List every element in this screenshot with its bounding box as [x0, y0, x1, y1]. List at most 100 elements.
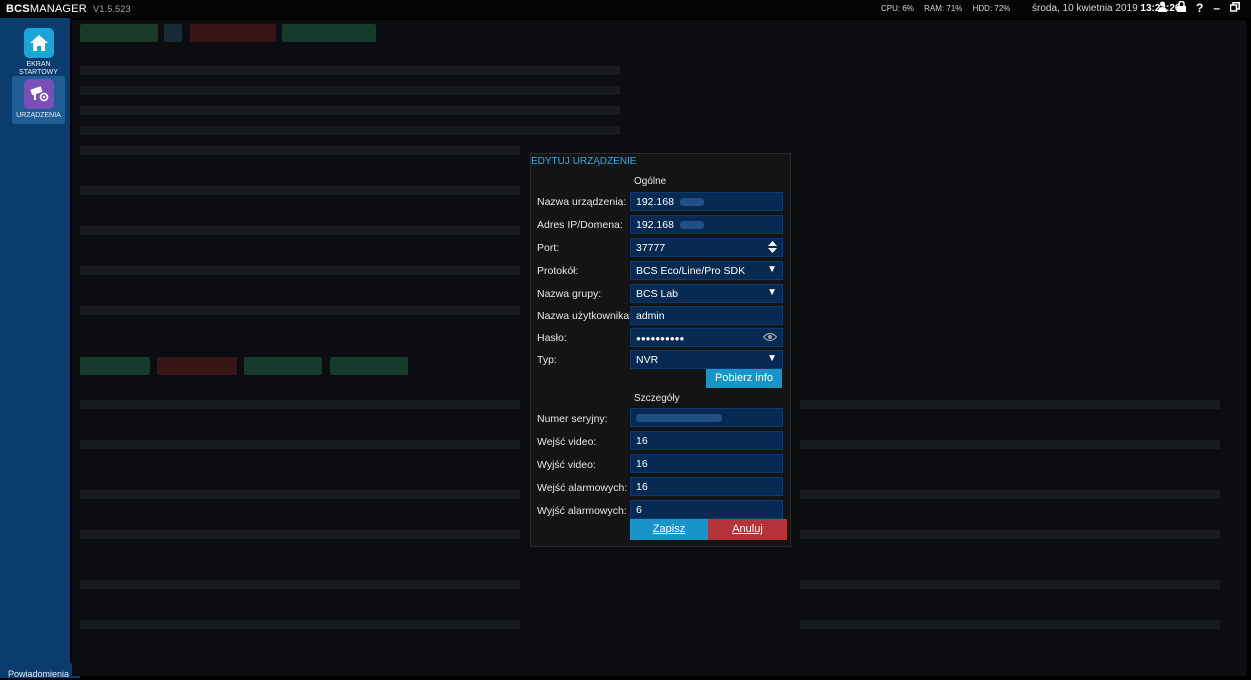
logo-brand: BCS — [6, 3, 30, 15]
alarm-inputs-input[interactable]: 16 — [630, 477, 783, 496]
sidebar-item-label: URZĄDZENIA — [16, 112, 61, 119]
backdrop-row — [800, 440, 1220, 449]
redacted-blur — [679, 198, 704, 207]
backdrop-row — [800, 400, 1220, 409]
devices-icon — [23, 79, 54, 109]
cpu-usage: CPU: 6% — [881, 4, 914, 13]
dialog-title: EDYTUJ URZĄDZENIE — [531, 156, 637, 167]
alarm-outputs-value: 6 — [636, 504, 642, 516]
password-label: Hasło: — [537, 332, 567, 344]
backdrop-row — [80, 580, 520, 589]
backdrop-row — [80, 226, 520, 235]
backdrop-row — [80, 266, 520, 275]
backdrop-row — [80, 66, 620, 75]
backdrop-button — [80, 24, 158, 42]
serial-number-input[interactable] — [630, 408, 783, 427]
alarm-outputs-label: Wyjść alarmowych: — [537, 505, 627, 517]
video-inputs-input[interactable]: 16 — [630, 431, 783, 450]
port-value: 37777 — [636, 242, 666, 254]
sidebar: EKRAN STARTOWY URZĄDZENIA — [0, 18, 70, 663]
backdrop-row — [80, 490, 520, 499]
group-name-select[interactable]: BCS Lab ▼ — [630, 284, 783, 303]
backdrop-button — [282, 24, 376, 42]
alarm-inputs-label: Wejść alarmowych: — [537, 482, 628, 494]
protocol-select[interactable]: BCS Eco/Line/Pro SDK ▼ — [630, 261, 783, 280]
sidebar-item-devices[interactable]: URZĄDZENIA — [12, 76, 65, 124]
backdrop-row — [800, 620, 1220, 629]
protocol-value: BCS Eco/Line/Pro SDK — [636, 265, 746, 277]
device-name-input[interactable]: 192.168 — [630, 192, 783, 211]
dropdown-arrow-icon: ▼ — [767, 264, 777, 275]
system-stats: CPU: 6% RAM: 71% HDD: 72% — [881, 4, 1018, 13]
dropdown-arrow-icon: ▼ — [767, 353, 777, 364]
home-icon — [23, 28, 54, 58]
video-inputs-label: Wejść video: — [537, 436, 597, 448]
backdrop-row — [80, 186, 520, 195]
password-input[interactable]: ●●●●●●●●●● — [630, 328, 783, 347]
ip-address-input[interactable]: 192.168 — [630, 215, 783, 234]
backdrop-row — [80, 86, 620, 95]
general-section-title: Ogólne — [634, 176, 667, 187]
user-icon[interactable] — [1158, 1, 1167, 15]
username-value: admin — [636, 310, 665, 322]
redacted-blur — [679, 221, 704, 230]
video-outputs-input[interactable]: 16 — [630, 454, 783, 473]
app-logo: BCSMANAGER V1.5.523 — [6, 3, 131, 15]
hdd-usage: HDD: 72% — [972, 4, 1011, 13]
backdrop-row — [800, 490, 1220, 499]
backdrop-row — [80, 306, 520, 315]
serial-number-label: Numer seryjny: — [537, 413, 608, 425]
backdrop-button — [244, 357, 322, 375]
port-input[interactable]: 37777 — [630, 238, 783, 257]
notifications-bar[interactable]: Powiadomienia✕ — [0, 663, 82, 680]
title-bar: BCSMANAGER V1.5.523 CPU: 6% RAM: 71% HDD… — [0, 0, 1251, 18]
restore-icon[interactable] — [1229, 1, 1240, 15]
backdrop-row — [80, 440, 520, 449]
protocol-label: Protokół: — [537, 265, 579, 277]
video-outputs-label: Wyjść video: — [537, 459, 596, 471]
device-name-label: Nazwa urządzenia: — [537, 196, 627, 208]
save-button-label: Zapisz — [652, 523, 686, 535]
ram-usage: RAM: 71% — [924, 4, 963, 13]
cancel-button-label: Anuluj — [732, 523, 763, 535]
username-input[interactable]: admin — [630, 306, 783, 325]
sidebar-item-label: EKRAN STARTOWY — [19, 61, 58, 76]
port-label: Port: — [537, 242, 560, 254]
backdrop-button — [80, 357, 150, 375]
group-name-label: Nazwa grupy: — [537, 288, 602, 300]
username-label: Nazwa użytkownika: — [537, 310, 633, 322]
backdrop-row — [80, 400, 520, 409]
video-inputs-value: 16 — [636, 435, 648, 447]
spinner-icon[interactable] — [768, 241, 777, 256]
backdrop-row — [80, 126, 620, 135]
details-section-title: Szczegóły — [634, 393, 680, 404]
backdrop-button — [330, 357, 408, 375]
help-icon[interactable]: ? — [1196, 1, 1203, 15]
dropdown-arrow-icon: ▼ — [767, 287, 777, 298]
date-text: środa, 10 kwietnia 2019 — [1032, 3, 1138, 14]
alarm-outputs-input[interactable]: 6 — [630, 500, 783, 519]
group-name-value: BCS Lab — [636, 288, 679, 300]
type-label: Typ: — [537, 354, 557, 366]
minimize-icon[interactable]: – — [1213, 1, 1220, 15]
backdrop-row — [80, 620, 520, 629]
redacted-blur — [636, 414, 722, 423]
app-version: V1.5.523 — [93, 4, 131, 14]
lock-icon[interactable] — [1177, 0, 1186, 15]
backdrop-row — [80, 530, 520, 539]
window-controls: ? – ✕ — [1158, 0, 1251, 15]
backdrop-button — [190, 24, 276, 42]
eye-icon[interactable] — [762, 332, 778, 345]
type-select[interactable]: NVR ▼ — [630, 350, 783, 369]
video-outputs-value: 16 — [636, 458, 648, 470]
sidebar-item-home[interactable]: EKRAN STARTOWY — [12, 28, 65, 77]
cancel-button[interactable]: Anuluj — [708, 519, 787, 540]
backdrop-row — [80, 146, 520, 155]
alarm-inputs-value: 16 — [636, 481, 648, 493]
type-value: NVR — [636, 354, 659, 366]
fetch-info-button[interactable]: Pobierz info — [706, 369, 782, 388]
backdrop-row — [800, 530, 1220, 539]
backdrop-row — [80, 106, 620, 115]
logo-product: MANAGER — [29, 3, 87, 15]
save-button[interactable]: Zapisz — [630, 519, 708, 540]
